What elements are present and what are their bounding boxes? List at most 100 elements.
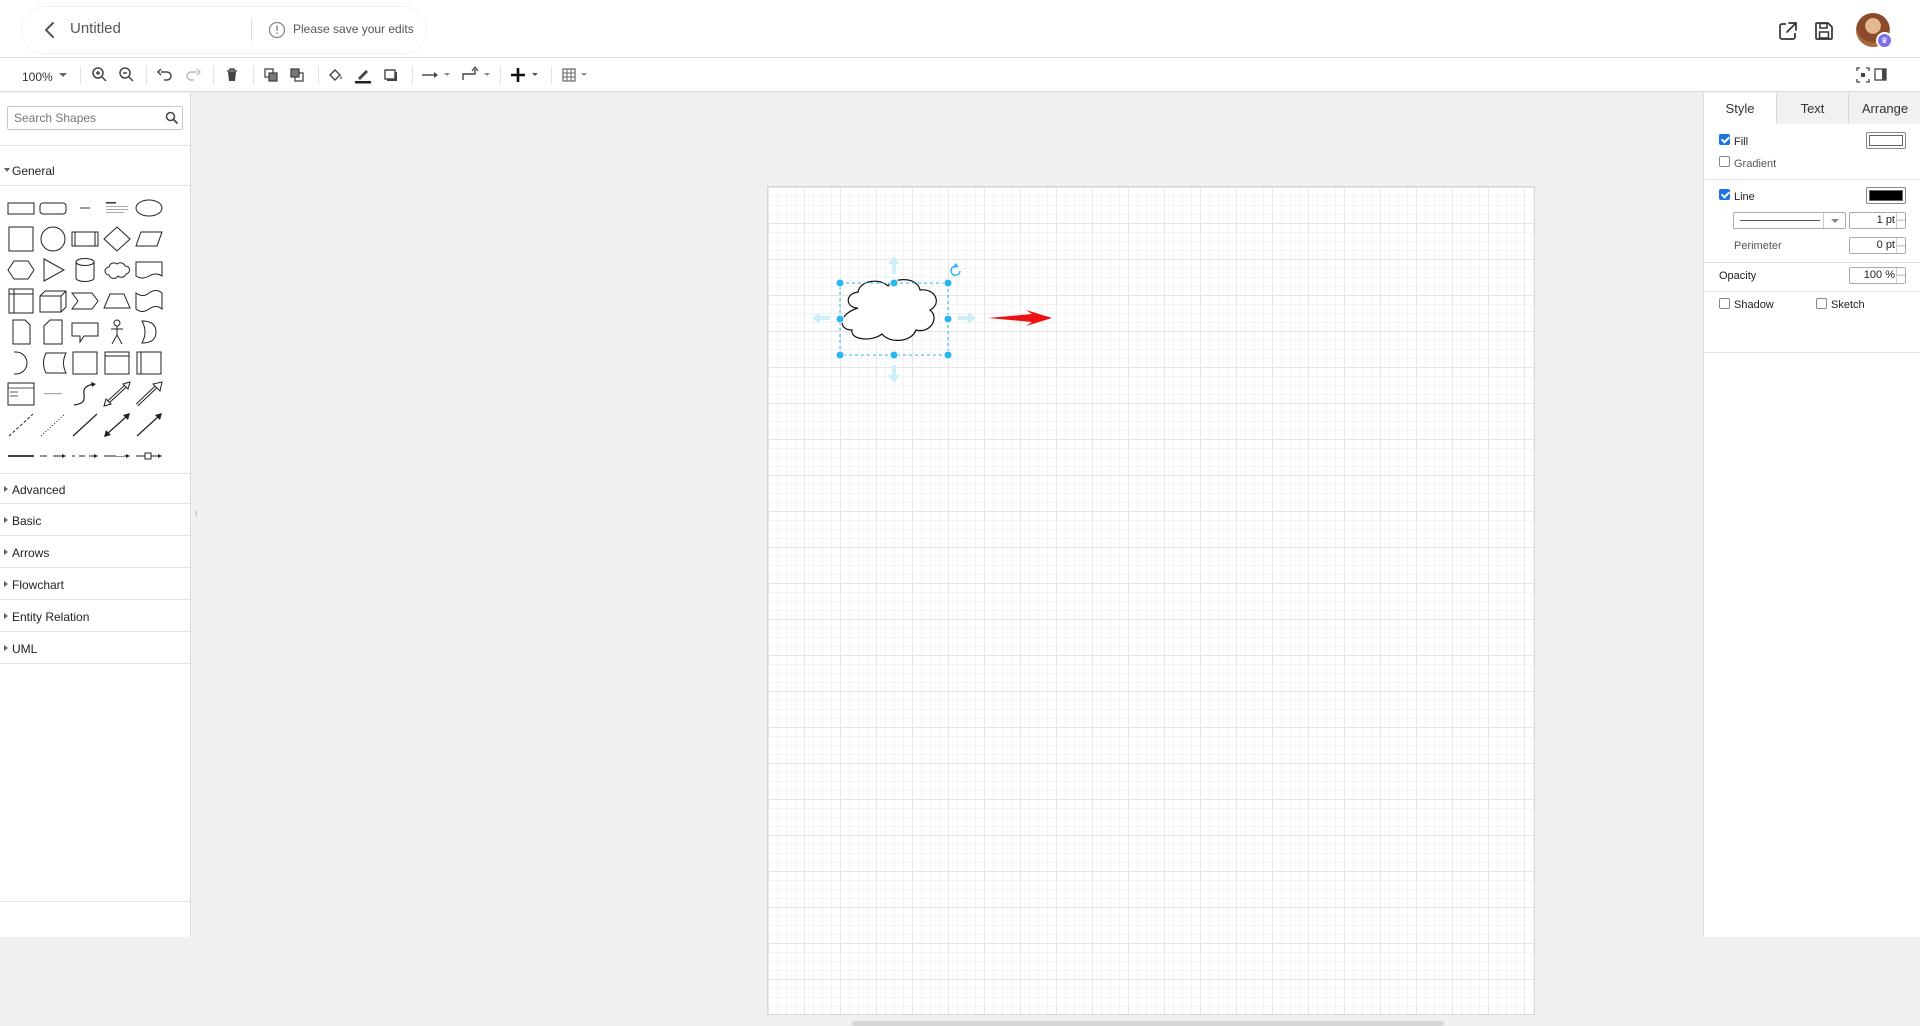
shape-rounded-rectangle[interactable] [38,194,68,222]
search-shapes-input[interactable] [7,106,183,130]
shape-cloud[interactable] [102,256,132,284]
connection-style-icon[interactable] [420,65,452,85]
category-general[interactable]: General [0,155,191,186]
shape-step[interactable] [70,287,100,315]
shape-directional-connector[interactable] [134,411,164,439]
shape-list[interactable] [6,380,36,408]
shape-square[interactable] [6,225,36,253]
document-title[interactable]: Untitled [70,20,121,37]
fill-color-swatch[interactable] [1866,132,1906,149]
delete-icon[interactable] [222,65,242,85]
shape-process[interactable] [70,225,100,253]
shape-connector-legend[interactable] [102,442,132,470]
shape-trapezoid[interactable] [102,287,132,315]
shape-arrow[interactable] [134,380,164,408]
shape-container[interactable] [70,349,100,377]
line-checkbox[interactable] [1719,189,1730,200]
horizontal-scrollbar[interactable] [852,1021,1444,1026]
shape-or[interactable] [134,318,164,346]
tab-arrange[interactable]: Arrange [1848,93,1920,124]
shape-cube[interactable] [38,287,68,315]
search-icon[interactable] [165,111,179,125]
share-icon[interactable] [1777,20,1799,42]
line-width-input[interactable]: 1 pt [1849,212,1906,229]
chevron-down-icon[interactable] [1823,213,1845,228]
cloud-shape[interactable] [841,279,937,341]
shape-data-storage[interactable] [38,349,68,377]
shape-connector-label[interactable] [38,442,68,470]
shape-circle[interactable] [38,225,68,253]
shape-hexagon[interactable] [6,256,36,284]
zoom-level[interactable]: 100% [22,70,53,84]
line-color-swatch[interactable] [1866,187,1906,204]
zoom-out-icon[interactable] [117,65,137,85]
undo-icon[interactable] [155,65,175,85]
sketch-checkbox[interactable] [1816,298,1827,309]
back-arrow-icon[interactable] [38,18,62,42]
shape-ellipse[interactable] [134,194,164,222]
insert-icon[interactable] [508,65,542,85]
shape-swimlane-vertical[interactable] [134,349,164,377]
waypoints-icon[interactable] [460,65,492,85]
shape-delay[interactable] [6,349,36,377]
category-flowchart[interactable]: Flowchart [0,569,191,600]
save-icon[interactable] [1813,20,1835,42]
shape-line[interactable] [70,411,100,439]
diagram-canvas[interactable] [202,93,1902,1026]
perimeter-input[interactable]: 0 pt [1849,237,1906,254]
zoom-dropdown-icon[interactable] [58,65,68,85]
shape-cylinder[interactable] [70,256,100,284]
shape-text[interactable] [70,194,100,222]
category-uml[interactable]: UML [0,633,191,664]
shape-card[interactable] [38,318,68,346]
shape-connector-symbol[interactable] [134,442,164,470]
shape-diamond[interactable] [102,225,132,253]
to-back-icon[interactable] [287,65,307,85]
red-arrow-shape[interactable] [988,310,1052,326]
tab-text[interactable]: Text [1776,93,1848,124]
category-label: Arrows [12,546,50,560]
zoom-in-icon[interactable] [90,65,110,85]
table-icon[interactable] [560,65,592,85]
selected-cloud-group[interactable] [810,252,1060,387]
shape-tape[interactable] [134,287,164,315]
shape-bidirectional-arrow[interactable] [102,380,132,408]
sidebar-resize-handle-icon[interactable]: ⁞ [195,509,198,519]
category-entity-relation[interactable]: Entity Relation [0,601,191,632]
shape-list-item[interactable] [38,380,68,408]
rotate-handle-icon[interactable] [950,263,961,276]
fill-color-icon[interactable] [326,65,346,85]
shape-callout[interactable] [70,318,100,346]
opacity-input[interactable]: 100 % [1849,267,1906,284]
line-pattern-select[interactable] [1733,212,1846,229]
shape-swimlane-horizontal[interactable] [102,349,132,377]
perimeter-label: Perimeter [1734,240,1782,252]
category-basic[interactable]: Basic [0,505,191,536]
format-panel-toggle-icon[interactable] [1873,65,1889,85]
tab-style[interactable]: Style [1704,93,1776,125]
gradient-checkbox[interactable] [1719,156,1730,167]
shape-rectangle[interactable] [6,194,36,222]
redo-icon[interactable] [183,65,203,85]
shape-internal-storage[interactable] [6,287,36,315]
shape-parallelogram[interactable] [134,225,164,253]
line-color-icon[interactable] [353,65,373,85]
shape-document[interactable] [134,256,164,284]
category-arrows[interactable]: Arrows [0,537,191,568]
shape-note[interactable] [6,318,36,346]
shape-textbox[interactable] [102,194,132,222]
shape-connector-multi-label[interactable] [70,442,100,470]
shadow-checkbox[interactable] [1719,298,1730,309]
fill-checkbox[interactable] [1719,134,1730,145]
shape-bidirectional-connector[interactable] [102,411,132,439]
shape-dashed-line[interactable] [6,411,36,439]
shape-triangle[interactable] [38,256,68,284]
fullscreen-icon[interactable] [1855,65,1871,85]
shape-actor[interactable] [102,318,132,346]
shape-link[interactable] [6,442,36,470]
shape-dotted-line[interactable] [38,411,68,439]
shadow-icon[interactable] [381,65,401,85]
category-advanced[interactable]: Advanced [0,473,191,504]
shape-curve[interactable] [70,380,100,408]
to-front-icon[interactable] [261,65,281,85]
